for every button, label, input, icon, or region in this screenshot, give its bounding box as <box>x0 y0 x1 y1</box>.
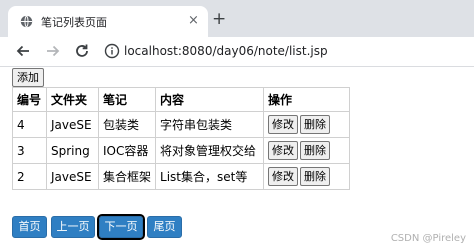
delete-button[interactable]: 删除 <box>300 167 331 186</box>
back-arrow-icon[interactable] <box>15 43 31 59</box>
close-tab-icon[interactable]: × <box>188 13 199 29</box>
browser-tab[interactable]: 笔记列表页面 × <box>8 6 208 37</box>
cell-folder: JaveSE <box>46 163 99 190</box>
edit-button[interactable]: 修改 <box>268 141 299 160</box>
delete-button[interactable]: 删除 <box>300 115 331 134</box>
previous-page-button[interactable]: 上一页 <box>51 216 95 238</box>
cell-id: 3 <box>12 137 47 164</box>
cell-content: List集合，set等 <box>155 163 265 190</box>
browser-toolbar: localhost:8080/day06/note/list.jsp <box>0 37 474 67</box>
cell-actions: 修改 删除 <box>263 137 351 164</box>
reload-icon[interactable] <box>74 43 90 59</box>
page-content: 添加 编号 文件夹 笔记 内容 操作 4 JaveSE 包装类 字符串包装类 修… <box>0 67 474 250</box>
next-page-button[interactable]: 下一页 <box>97 214 145 240</box>
column-header-folder: 文件夹 <box>46 87 99 112</box>
column-header-note: 笔记 <box>97 87 157 112</box>
table-header-row: 编号 文件夹 笔记 内容 操作 <box>12 87 351 112</box>
cell-note: 包装类 <box>97 111 157 138</box>
cell-folder: JaveSE <box>46 111 99 138</box>
edit-button[interactable]: 修改 <box>268 167 299 186</box>
add-button[interactable]: 添加 <box>12 68 44 87</box>
column-header-id: 编号 <box>12 87 47 112</box>
delete-button[interactable]: 删除 <box>300 141 331 160</box>
table-row: 2 JaveSE 集合框架 List集合，set等 修改 删除 <box>12 163 351 190</box>
cell-actions: 修改 删除 <box>263 111 351 138</box>
watermark: CSDN @Pireley <box>390 233 466 244</box>
column-header-content: 内容 <box>155 87 265 112</box>
cell-id: 4 <box>12 111 47 138</box>
new-tab-icon[interactable]: + <box>212 11 226 28</box>
cell-content: 字符串包装类 <box>155 111 265 138</box>
tab-title: 笔记列表页面 <box>41 16 107 29</box>
notes-table: 编号 文件夹 笔记 内容 操作 4 JaveSE 包装类 字符串包装类 修改 删除… <box>12 87 351 190</box>
table-row: 4 JaveSE 包装类 字符串包装类 修改 删除 <box>12 111 351 138</box>
forward-arrow-icon[interactable] <box>45 43 61 59</box>
cell-id: 2 <box>12 163 47 190</box>
table-row: 3 Spring IOC容器 将对象管理权交给 修改 删除 <box>12 137 351 164</box>
tab-strip: 笔记列表页面 × + <box>0 0 474 37</box>
column-header-actions: 操作 <box>263 87 351 112</box>
cell-note: IOC容器 <box>97 137 157 164</box>
globe-icon <box>20 15 33 28</box>
first-page-button[interactable]: 首页 <box>12 216 47 238</box>
last-page-button[interactable]: 尾页 <box>147 216 182 238</box>
address-bar[interactable]: localhost:8080/day06/note/list.jsp <box>124 44 328 58</box>
edit-button[interactable]: 修改 <box>268 115 299 134</box>
cell-actions: 修改 删除 <box>263 163 351 190</box>
cell-folder: Spring <box>46 137 99 164</box>
cell-note: 集合框架 <box>97 163 157 190</box>
cell-content: 将对象管理权交给 <box>155 137 265 164</box>
site-info-icon[interactable] <box>104 43 120 59</box>
